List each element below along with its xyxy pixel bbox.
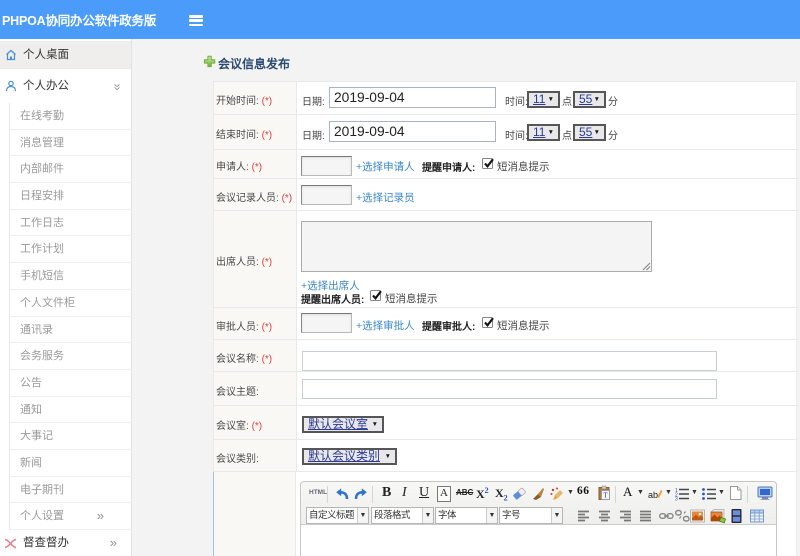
svg-text:3: 3 <box>675 497 678 503</box>
svg-text:T: T <box>603 492 608 500</box>
svg-text:ab: ab <box>648 490 658 500</box>
